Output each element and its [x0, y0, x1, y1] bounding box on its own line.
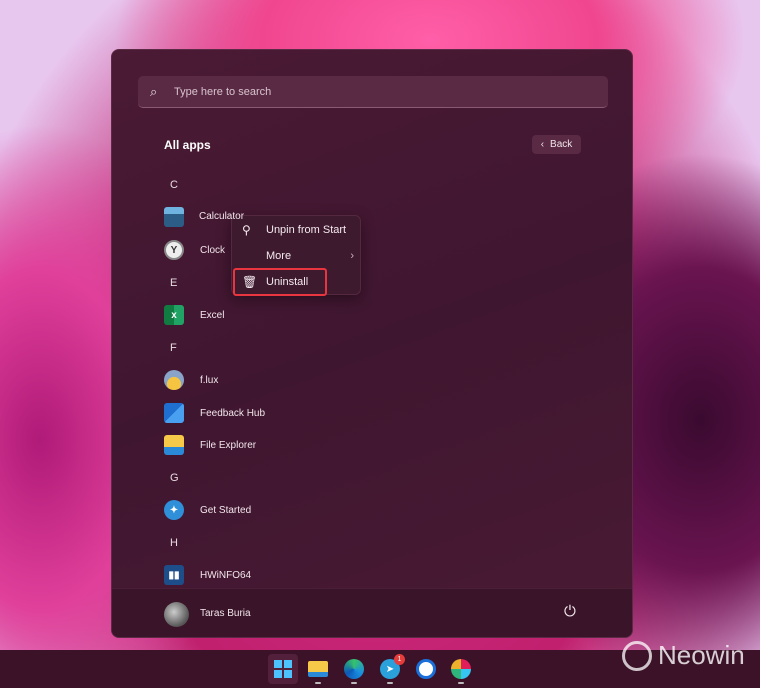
neowin-logo-icon [622, 640, 652, 671]
app-clock[interactable]: Y Clock [164, 238, 225, 262]
app-label: Excel [200, 309, 225, 321]
get-started-icon: ✦ [164, 500, 184, 520]
app-feedback-hub[interactable]: Feedback Hub [164, 401, 265, 425]
folder-icon [164, 435, 184, 455]
app-label: File Explorer [200, 439, 257, 451]
user-name[interactable]: Taras Buria [200, 608, 251, 619]
app-excel[interactable]: x Excel [164, 303, 224, 327]
notification-badge: 1 [394, 654, 405, 665]
app-label: HWiNFO64 [200, 569, 252, 581]
app-flux[interactable]: f.lux [164, 368, 218, 392]
menu-item-more[interactable]: More › [242, 245, 354, 267]
file-explorer-taskbar[interactable] [303, 654, 333, 684]
slack-taskbar[interactable] [446, 654, 476, 684]
app-hwinfo64[interactable]: ▮▮ HWiNFO64 [164, 563, 251, 587]
power-icon[interactable]: ⏻ [564, 603, 576, 620]
telegram-taskbar[interactable]: ➤ 1 [375, 654, 405, 684]
back-button[interactable]: ‹ Back [532, 135, 581, 154]
search-placeholder: Type here to search [174, 85, 272, 98]
app-label: Get Started [200, 504, 252, 516]
hwinfo-icon: ▮▮ [164, 565, 184, 585]
1password-icon [416, 659, 436, 679]
avatar[interactable] [164, 602, 189, 627]
flux-icon [164, 370, 184, 390]
folder-icon [308, 661, 328, 677]
app-calculator[interactable] [164, 205, 200, 229]
slack-icon [451, 659, 471, 679]
chevron-left-icon: ‹ [540, 139, 545, 150]
letter-header-g[interactable]: G [170, 472, 179, 484]
unpin-icon: ⚲ [242, 223, 251, 237]
back-label: Back [550, 139, 573, 150]
search-icon: ⌕ [150, 83, 158, 99]
calculator-label[interactable]: Calculator [199, 211, 244, 222]
app-file-explorer[interactable]: File Explorer [164, 433, 256, 457]
excel-icon: x [164, 305, 184, 325]
start-menu: ⌕ Type here to search All apps ‹ Back C Y C… [111, 49, 633, 638]
app-label: Clock [200, 244, 226, 256]
menu-item-unpin[interactable]: ⚲ Unpin from Start [242, 219, 354, 241]
search-input[interactable]: ⌕ Type here to search [138, 76, 608, 108]
clock-icon: Y [164, 240, 184, 260]
chevron-right-icon: › [350, 250, 354, 262]
neowin-watermark: Neowin [622, 640, 745, 671]
app-label: f.lux [200, 374, 219, 386]
all-apps-title: All apps [164, 138, 211, 152]
letter-header-c[interactable]: C [170, 179, 178, 191]
edge-taskbar[interactable] [339, 654, 369, 684]
1password-taskbar[interactable] [411, 654, 441, 684]
menu-label: Unpin from Start [266, 224, 347, 236]
menu-label: More [266, 250, 292, 262]
letter-header-f[interactable]: F [170, 342, 177, 354]
windows-icon [274, 660, 292, 678]
app-get-started[interactable]: ✦ Get Started [164, 498, 251, 522]
watermark-text: Neowin [658, 640, 745, 670]
calculator-icon [164, 207, 184, 227]
start-button[interactable] [268, 654, 298, 684]
start-footer: Taras Buria ⏻ [112, 588, 632, 637]
highlight-box [233, 268, 327, 296]
letter-header-e[interactable]: E [170, 277, 177, 289]
edge-icon [344, 659, 364, 679]
feedback-hub-icon [164, 403, 184, 423]
app-label: Feedback Hub [200, 407, 266, 419]
letter-header-h[interactable]: H [170, 537, 178, 549]
